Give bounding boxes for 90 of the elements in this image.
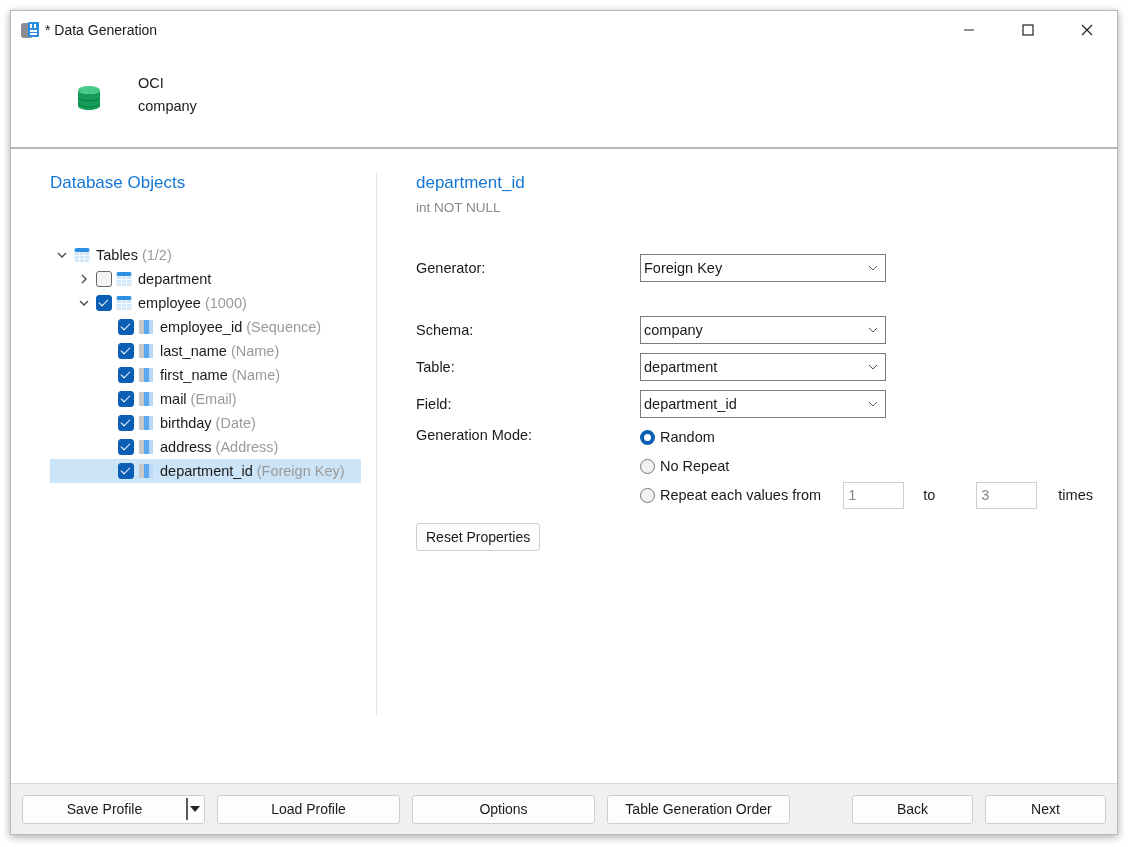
maximize-icon[interactable] [1022,24,1034,36]
field-label: Table: [416,359,456,375]
to-label: to [923,487,936,503]
tree-item-label: birthday [160,415,212,431]
close-icon[interactable] [1081,24,1093,36]
checkbox[interactable] [118,367,134,383]
dropdown[interactable]: department [640,353,886,381]
checkbox[interactable] [96,295,112,311]
app-icon [20,20,40,40]
field-label: Schema: [416,322,475,338]
tree-item-label: address [160,439,212,455]
column-icon [138,391,154,407]
checkbox[interactable] [96,271,112,287]
chevron-icon [868,265,878,271]
reset-properties-button[interactable]: Reset Properties [416,523,541,551]
save-profile-button[interactable]: Save Profile [22,794,205,824]
field-name: department_id [416,173,526,193]
chevron-icon [868,401,878,407]
tree-item[interactable]: first_name (Name) [50,363,361,387]
radio-button[interactable] [640,458,655,474]
radio-option[interactable]: Repeat each values from [640,487,822,503]
generator-hint: (Sequence) [246,319,322,335]
field-label: Field: [416,396,453,412]
database-icon [78,85,100,111]
mode-label: Generation Mode: [416,427,534,443]
radio-button[interactable] [640,487,655,503]
tree-item-label: first_name [160,367,228,383]
tree-item-label: department_id [160,463,253,479]
chevron-icon[interactable] [57,250,67,260]
tree-item[interactable]: last_name (Name) [50,339,361,363]
checkbox[interactable] [118,319,134,335]
tree-item-label: employee [138,295,201,311]
generator-hint: (Address) [215,439,279,455]
tree-item-label: last_name [160,343,227,359]
table-icon [116,295,132,311]
generator-hint: (Name) [231,367,281,383]
tree-item[interactable]: employee (1000) [50,291,361,315]
generator-hint: (Date) [215,415,256,431]
field-type: int NOT NULL [416,200,502,215]
nav-button[interactable]: Next [985,794,1106,824]
checkbox[interactable] [118,391,134,407]
checkbox[interactable] [118,439,134,455]
radio-option[interactable]: No Repeat [640,458,730,474]
generator-hint: (Foreign Key) [256,463,345,479]
table-icon [116,271,132,287]
window-title: * Data Generation [45,22,158,38]
column-icon [138,439,154,455]
tree-item[interactable]: address (Address) [50,435,361,459]
tree-item-label: Tables [96,247,138,263]
generator-hint: (Email) [190,391,237,407]
tree-item[interactable]: department_id (Foreign Key) [50,459,361,483]
checkbox[interactable] [118,415,134,431]
database-name: company [138,98,197,114]
chevron-icon[interactable] [79,274,89,284]
column-icon [138,319,154,335]
generator-label: Generator: [416,260,487,276]
tree-item-label: employee_id [160,319,243,335]
column-icon [138,463,154,479]
chevron-icon[interactable] [79,298,89,308]
tree-item-label: mail [160,391,187,407]
table-icon [74,247,90,263]
item-count: (1/2) [141,247,172,263]
tree-item[interactable]: mail (Email) [50,387,361,411]
column-icon [138,343,154,359]
tree-item[interactable]: employee_id (Sequence) [50,315,361,339]
dropdown-arrow-icon[interactable] [186,798,202,820]
tree-item[interactable]: Tables (1/2) [50,243,361,267]
column-icon [138,415,154,431]
radio-button[interactable] [640,429,655,445]
footer-button[interactable]: Load Profile [217,794,400,824]
panel-title: Database Objects [50,173,187,193]
times-label: times [1058,487,1093,503]
column-icon [138,367,154,383]
generator-dropdown[interactable]: Foreign Key [640,254,886,282]
nav-button[interactable]: Back [852,794,973,824]
chevron-icon [868,327,878,333]
checkbox[interactable] [118,463,134,479]
tree-item-label: department [138,271,212,287]
radio-option[interactable]: Random [640,429,715,445]
item-count: (1000) [204,295,247,311]
dropdown[interactable]: company [640,316,886,344]
checkbox[interactable] [118,343,134,359]
connection-type: OCI [138,75,165,91]
dropdown[interactable]: department_id [640,390,886,418]
chevron-icon [868,364,878,370]
tree-item[interactable]: department [50,267,361,291]
footer-button[interactable]: Options [412,794,595,824]
generator-hint: (Name) [230,343,280,359]
tree-item[interactable]: birthday (Date) [50,411,361,435]
footer-button[interactable]: Table Generation Order [607,794,790,824]
